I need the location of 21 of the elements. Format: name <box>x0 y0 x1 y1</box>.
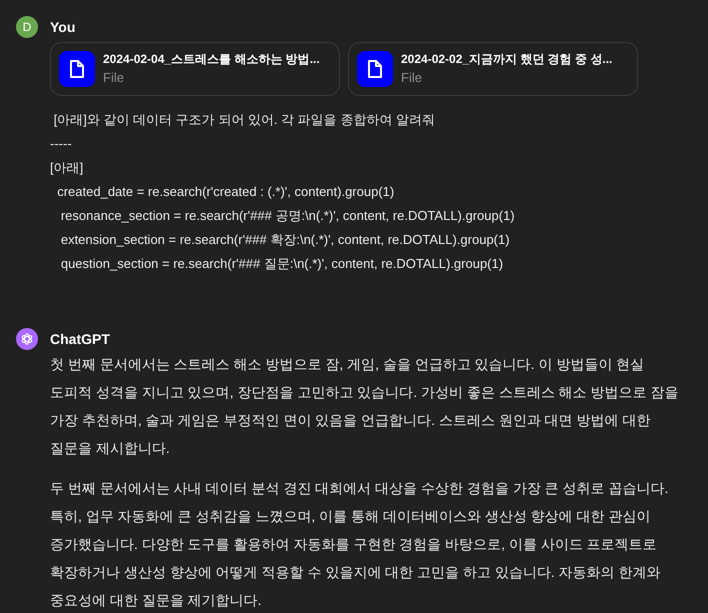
file-name: 2024-02-04_스트레스를 해소하는 방법... <box>103 51 320 68</box>
message-line: extension_section = re.search(r'### 확장:\n(.*)', content, re.DOTALL).group(1) <box>60 231 511 249</box>
message-line: [아래] <box>50 159 84 177</box>
author-name: You <box>50 18 76 37</box>
author-name: ChatGPT <box>50 330 111 349</box>
message-line: ----- <box>50 135 73 153</box>
file-attachment[interactable]: 2024-02-04_스트레스를 해소하는 방법... File <box>50 42 340 96</box>
message-line: created_date = re.search(r'created : (.*)', content).group(1) <box>56 183 396 201</box>
user-avatar: D <box>16 16 38 38</box>
file-type: File <box>103 69 125 88</box>
message-line: question_section = re.search(r'### 질문:\n(.*)', content, re.DOTALL).group(1) <box>60 255 504 273</box>
response-paragraph: 첫 번째 문서에서는 스트레스 해소 방법으로 잠, 게임, 술을 언급하고 있습니다. 이 방법들이 현실 도피적 성격을 지니고 있으며, 장단점을 고민하고 있습니다. 가성비 좋은 스트레스 해소 방법으로 잠을 가장 추천하며, 술과 게임은 부정적인 면이 있음을 언급합니다. 스트레스 원인과 대면 방법에 대한 질문을 제시합니다. <box>50 355 680 458</box>
message-line: [아래]와 같이 데이터 구조가 되어 있어. 각 파일을 종합하여 알려줘 <box>52 111 436 129</box>
file-name: 2024-02-02_지금까지 했던 경험 중 성... <box>401 51 612 68</box>
file-type: File <box>401 69 423 88</box>
file-icon <box>357 51 393 87</box>
response-paragraph: 두 번째 문서에서는 사내 데이터 분석 경진 대회에서 대상을 수상한 경험을 가장 큰 성취로 꼽습니다. 특히, 업무 자동화에 큰 성취감을 느꼈으며, 이를 통해 데이터베이스와 생산성 향상에 대한 관심이 증가했습니다. 다양한 도구를 활용하여 자동화를 구현한 경험을 바탕으로, 이를 사이드 프로젝트로 확장하거나 생산성 향상에 어떻게 적용할 수 있을지에 대한 고민을 하고 있습니다. 자동화의 한계와 중요성에 대한 질문을 제기합니다. <box>50 479 670 610</box>
message-line: resonance_section = re.search(r'### 공명:\n(.*)', content, re.DOTALL).group(1) <box>60 207 516 225</box>
assistant-logo-icon <box>16 328 38 350</box>
file-attachment[interactable]: 2024-02-02_지금까지 했던 경험 중 성... File <box>348 42 638 96</box>
file-icon <box>59 51 95 87</box>
